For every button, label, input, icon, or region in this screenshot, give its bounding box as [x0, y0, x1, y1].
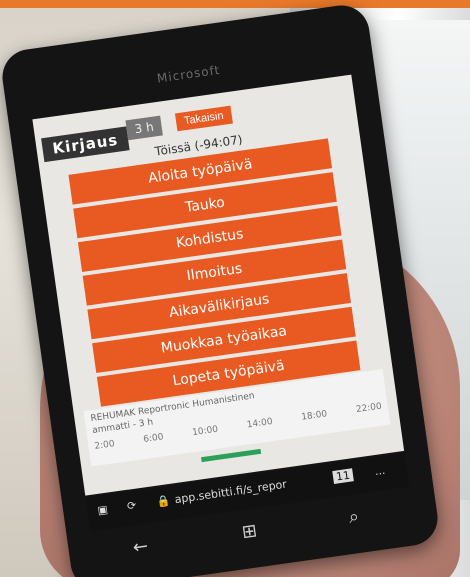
- timeline-tick: 18:00: [300, 409, 328, 423]
- tab-count[interactable]: 11: [332, 468, 354, 484]
- timeline-tick: 10:00: [191, 424, 219, 439]
- timeline-tick: 6:00: [142, 432, 165, 445]
- action-list: Aloita työpäivä Tauko Kohdistus Ilmoitus…: [68, 138, 361, 410]
- phone: Microsoft Kirjaus 3 h Takaisin Töissä (-…: [0, 1, 442, 577]
- phone-screen: Kirjaus 3 h Takaisin Töissä (-94:07) Alo…: [32, 74, 405, 496]
- refresh-icon[interactable]: ⟳: [126, 499, 137, 513]
- lock-icon: 🔒: [155, 493, 172, 509]
- address-bar[interactable]: app.sebitti.fi/s_repor: [174, 478, 288, 507]
- back-button[interactable]: Takaisin: [174, 105, 233, 132]
- hours-badge: 3 h: [125, 115, 163, 141]
- orange-top-strip: [0, 0, 470, 8]
- timeline-tick: 22:00: [355, 401, 383, 416]
- more-menu-icon[interactable]: ...: [374, 464, 386, 478]
- progress-indicator: [201, 448, 262, 463]
- tabs-icon[interactable]: ▣: [97, 503, 109, 517]
- back-arrow-icon[interactable]: ←: [132, 536, 150, 559]
- timeline-tick: 14:00: [246, 416, 274, 431]
- search-icon[interactable]: ⌕: [347, 506, 360, 528]
- timeline-tick: 2:00: [93, 439, 116, 452]
- photo-background: Microsoft Kirjaus 3 h Takaisin Töissä (-…: [0, 0, 470, 577]
- windows-start-icon[interactable]: ⊞: [240, 520, 258, 543]
